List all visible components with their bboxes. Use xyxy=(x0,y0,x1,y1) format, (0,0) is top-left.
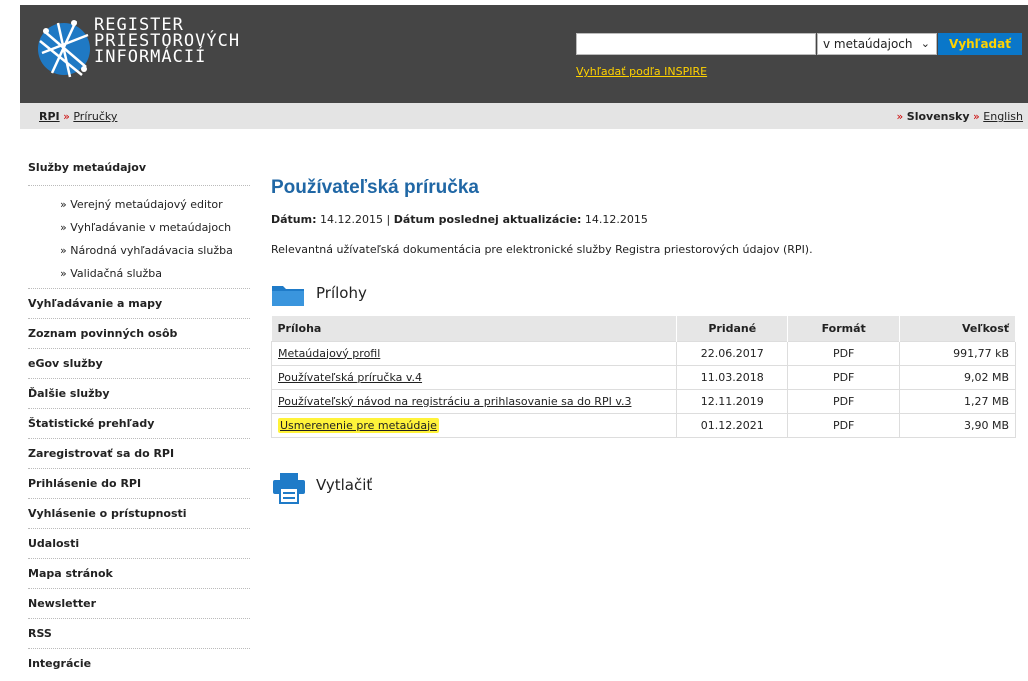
sidebar-item-label: Integrácie xyxy=(28,657,92,670)
breadcrumb-current-link[interactable]: Príručky xyxy=(73,110,117,123)
sidebar-item-label: eGov služby xyxy=(28,357,103,370)
search-button[interactable]: Vyhľadať xyxy=(938,33,1022,55)
column-header: Formát xyxy=(787,316,901,341)
site-name-line: INFORMÁCIÍ xyxy=(94,47,207,67)
inspire-search-link[interactable]: Vyhľadať podľa INSPIRE xyxy=(576,65,707,78)
sidebar-item-label: Ďalšie služby xyxy=(28,387,110,400)
print-label[interactable]: Vytlačiť xyxy=(316,476,372,494)
column-header: Pridané xyxy=(676,316,789,341)
breadcrumb-separator: » xyxy=(63,110,70,123)
sidebar-item[interactable]: Prihlásenie do RPI xyxy=(28,469,250,499)
attachment-added: 01.12.2021 xyxy=(676,412,789,438)
attachment-format: PDF xyxy=(787,412,901,438)
sidebar-item[interactable]: Ďalšie služby xyxy=(28,379,250,409)
site-header: REGISTER PRIESTOROVÝCH INFORMÁCIÍ v meta… xyxy=(20,5,1028,103)
language-switcher: » Slovensky » English xyxy=(897,110,1023,123)
folder-icon xyxy=(272,286,304,306)
attachments-title: Prílohy xyxy=(316,284,367,302)
sidebar-item-label: RSS xyxy=(28,627,52,640)
sidebar-item-label: Udalosti xyxy=(28,537,80,550)
site-name[interactable]: REGISTER PRIESTOROVÝCH INFORMÁCIÍ xyxy=(94,17,240,67)
date-value: 14.12.2015 xyxy=(320,213,383,226)
breadcrumb: RPI » Príručky xyxy=(39,110,117,123)
attachment-format: PDF xyxy=(787,388,901,413)
sidebar-item-label: Služby metaúdajov xyxy=(28,161,147,174)
sidebar-item[interactable]: Zoznam povinných osôb xyxy=(28,319,250,349)
sidebar-item-label: Zoznam povinných osôb xyxy=(28,327,178,340)
sidebar-item[interactable]: eGov služby xyxy=(28,349,250,379)
sidebar-item[interactable]: Udalosti xyxy=(28,529,250,559)
attachment-format: PDF xyxy=(787,340,901,365)
table-row: Používateľský návod na registráciu a pri… xyxy=(270,388,1016,413)
attachment-added: 12.11.2019 xyxy=(676,388,789,413)
rpi-logo-icon[interactable] xyxy=(36,13,96,81)
attachments-table: Príloha Pridané Formát Veľkosť Metaúdajo… xyxy=(270,316,1016,438)
attachment-link[interactable]: Používateľská príručka v.4 xyxy=(278,371,422,384)
date-separator: | xyxy=(386,213,391,226)
attachment-size: 991,77 kB xyxy=(899,340,1016,365)
attachment-size: 9,02 MB xyxy=(899,364,1016,389)
updated-value: 14.12.2015 xyxy=(584,213,648,226)
page-title: Používateľská príručka xyxy=(271,177,479,198)
column-header: Veľkosť xyxy=(899,316,1016,341)
attachment-added: 11.03.2018 xyxy=(676,364,789,389)
sidebar-item[interactable]: Integrácie xyxy=(28,649,250,679)
page-description: Relevantná užívateľská dokumentácia pre … xyxy=(271,243,813,256)
sidebar-item-label: Prihlásenie do RPI xyxy=(28,477,142,490)
language-separator: » xyxy=(973,110,980,123)
sidebar-subitem[interactable]: » Verejný metaúdajový editor xyxy=(60,198,250,221)
sidebar-item-label: Vyhlásenie o prístupnosti xyxy=(28,507,187,520)
sidebar-item-label: Štatistické prehľady xyxy=(28,417,155,430)
sidebar-item-label: Mapa stránok xyxy=(28,567,113,580)
sidebar-subitem[interactable]: » Vyhľadávanie v metaúdajoch xyxy=(60,221,250,244)
attachment-link-highlighted[interactable]: Usmerenenie pre metaúdaje xyxy=(278,417,439,433)
updated-label: Dátum poslednej aktualizácie: xyxy=(393,213,582,226)
sidebar-item[interactable]: Newsletter xyxy=(28,589,250,619)
sidebar-item[interactable]: RSS xyxy=(28,619,250,649)
sidebar-item[interactable]: Mapa stránok xyxy=(28,559,250,589)
attachment-size: 3,90 MB xyxy=(899,412,1016,438)
search-scope-value: v metaúdajoch xyxy=(823,37,913,51)
sidebar-nav: Služby metaúdajov » Verejný metaúdajový … xyxy=(28,160,250,679)
sidebar-item-metadata-services[interactable]: Služby metaúdajov xyxy=(28,160,250,186)
breadcrumb-home-link[interactable]: RPI xyxy=(39,110,60,123)
sidebar-item-label: Zaregistrovať sa do RPI xyxy=(28,447,175,460)
sidebar-subitem[interactable]: » Validačná služba xyxy=(60,267,250,290)
language-separator: » xyxy=(896,110,904,123)
sidebar-item-label: Vyhľadávanie a mapy xyxy=(28,297,163,310)
attachment-format: PDF xyxy=(787,364,901,389)
table-row: Usmerenenie pre metaúdaje 01.12.2021 PDF… xyxy=(270,412,1016,438)
language-english-link[interactable]: English xyxy=(983,110,1023,123)
date-label: Dátum: xyxy=(271,213,317,226)
attachment-size: 1,27 MB xyxy=(899,388,1016,413)
main-content: Používateľská príručka Dátum: 14.12.2015… xyxy=(270,177,1016,504)
language-current: Slovensky xyxy=(906,110,970,123)
date-line: Dátum: 14.12.2015 | Dátum poslednej aktu… xyxy=(271,213,648,226)
sidebar-item[interactable]: Zaregistrovať sa do RPI xyxy=(28,439,250,469)
sidebar-subitem[interactable]: » Národná vyhľadávacia služba xyxy=(60,244,250,267)
search-input[interactable] xyxy=(576,33,816,55)
table-header-row: Príloha Pridané Formát Veľkosť xyxy=(271,316,1016,341)
sidebar-item[interactable]: Štatistické prehľady xyxy=(28,409,250,439)
table-row: Metaúdajový profil 22.06.2017 PDF 991,77… xyxy=(270,340,1016,365)
chevron-down-icon: ⌄ xyxy=(920,37,930,50)
column-header: Príloha xyxy=(271,316,678,341)
attachment-link[interactable]: Metaúdajový profil xyxy=(278,347,380,360)
table-row: Používateľská príručka v.4 11.03.2018 PD… xyxy=(270,364,1016,389)
printer-icon[interactable] xyxy=(272,472,306,504)
sidebar-subnav: » Verejný metaúdajový editor » Vyhľadáva… xyxy=(28,186,250,289)
sidebar-item[interactable]: Vyhlásenie o prístupnosti xyxy=(28,499,250,529)
sidebar-item[interactable]: Vyhľadávanie a mapy xyxy=(28,289,250,319)
sidebar-item-label: Newsletter xyxy=(28,597,97,610)
attachment-added: 22.06.2017 xyxy=(676,340,789,365)
breadcrumb-bar: RPI » Príručky » Slovensky » English xyxy=(20,103,1028,129)
search-scope-select[interactable]: v metaúdajoch ⌄ xyxy=(817,33,937,55)
attachment-link[interactable]: Používateľský návod na registráciu a pri… xyxy=(278,395,631,408)
